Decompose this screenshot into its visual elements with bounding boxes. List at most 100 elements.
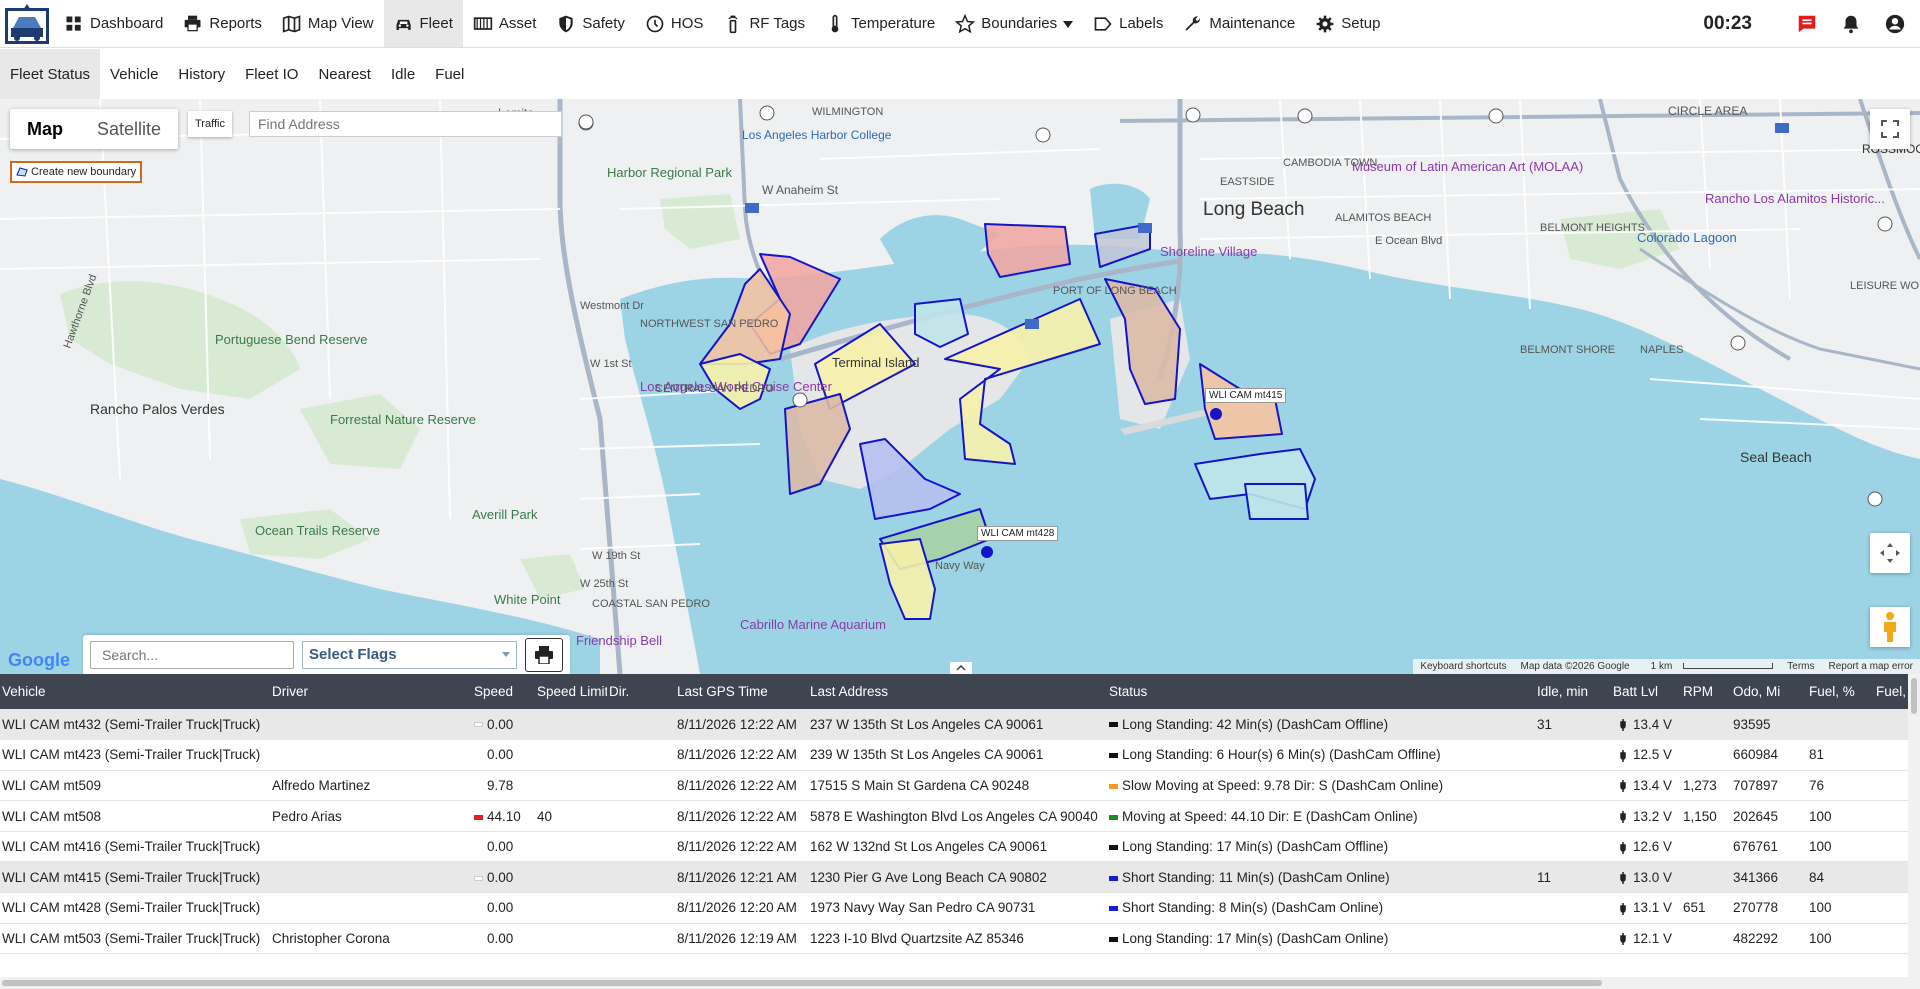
nav-dashboard[interactable]: Dashboard (54, 0, 173, 47)
vertical-scroll-thumb[interactable] (1911, 678, 1917, 714)
status-text: Long Standing: 6 Hour(s) 6 Min(s) (DashC… (1122, 747, 1441, 763)
table-vertical-scrollbar[interactable] (1908, 674, 1920, 977)
nav-boundaries[interactable]: Boundaries (945, 0, 1083, 47)
traffic-toggle[interactable]: Traffic (188, 111, 232, 137)
chat-alert-icon[interactable] (1796, 13, 1818, 35)
cell-address: 237 W 135th St Los Angeles CA 90061 (808, 709, 1107, 741)
cell-gps-time: 8/11/2026 12:22 AM (675, 831, 808, 863)
nav-rf-tags[interactable]: RF Tags (713, 0, 815, 47)
select-flags-dropdown[interactable]: Select Flags (302, 640, 517, 669)
table-row[interactable]: WLI CAM mt416 (Semi-Trailer Truck|Truck)… (0, 831, 1920, 863)
nav-maintenance[interactable]: Maintenance (1173, 0, 1305, 47)
nav-labels[interactable]: Labels (1083, 0, 1173, 47)
cell-direction (607, 831, 675, 863)
terms-link[interactable]: Terms (1780, 659, 1821, 674)
cell-vehicle[interactable]: WLI CAM mt432 (Semi-Trailer Truck|Truck) (0, 709, 270, 741)
subtab-nearest[interactable]: Nearest (308, 49, 381, 99)
scale-indicator[interactable]: 1 km (1637, 659, 1781, 674)
nav-safety[interactable]: Safety (546, 0, 635, 47)
subtab-fuel[interactable]: Fuel (425, 49, 474, 99)
nav-hos[interactable]: HOS (635, 0, 714, 47)
cell-driver (270, 831, 472, 863)
table-horizontal-scrollbar[interactable] (0, 977, 1920, 989)
direction-value (609, 870, 675, 885)
find-address-input[interactable] (249, 111, 562, 137)
map-canvas[interactable]: Lomita WILMINGTON Los Angeles Harbor Col… (0, 99, 1920, 674)
column-header-dir[interactable]: Dir. (607, 674, 675, 709)
vehicle-search-input[interactable] (90, 640, 294, 669)
column-header-rpm[interactable]: RPM (1681, 674, 1731, 709)
table-row[interactable]: WLI CAM mt428 (Semi-Trailer Truck|Truck)… (0, 892, 1920, 924)
app-logo[interactable] (0, 0, 54, 48)
column-header-batt-lvl[interactable]: Batt Lvl (1611, 674, 1681, 709)
street-view-button[interactable] (1870, 607, 1910, 647)
map-type-map[interactable]: Map (10, 109, 80, 149)
subtab-fleet-io[interactable]: Fleet IO (235, 49, 308, 99)
collapse-map-toggle[interactable] (950, 662, 972, 674)
table-row[interactable]: WLI CAM mt423 (Semi-Trailer Truck|Truck)… (0, 739, 1920, 771)
column-header-odo-mi[interactable]: Odo, Mi (1731, 674, 1807, 709)
column-header-last-gps-time[interactable]: Last GPS Time (675, 674, 808, 709)
cell-odometer: 676761 (1731, 831, 1807, 863)
cell-gps-time: 8/11/2026 12:22 AM (675, 770, 808, 802)
table-row[interactable]: WLI CAM mt415 (Semi-Trailer Truck|Truck)… (0, 861, 1920, 894)
nav-asset[interactable]: Asset (463, 0, 547, 47)
column-header-vehicle[interactable]: Vehicle (0, 674, 270, 709)
bell-icon[interactable] (1840, 13, 1862, 35)
nav-reports[interactable]: Reports (173, 0, 272, 47)
subtab-idle[interactable]: Idle (381, 49, 425, 99)
create-boundary-button[interactable]: Create new boundary (10, 161, 143, 183)
table-row[interactable]: WLI CAM mt503 (Semi-Trailer Truck|Truck)… (0, 923, 1920, 955)
column-header-driver[interactable]: Driver (270, 674, 472, 709)
cell-vehicle[interactable]: WLI CAM mt416 (Semi-Trailer Truck|Truck) (0, 831, 270, 863)
cell-driver: Christopher Corona (270, 923, 472, 955)
cell-vehicle[interactable]: WLI CAM mt415 (Semi-Trailer Truck|Truck) (0, 861, 270, 894)
cell-vehicle[interactable]: WLI CAM mt503 (Semi-Trailer Truck|Truck) (0, 923, 270, 955)
column-header-speed-limit[interactable]: Speed Limit (535, 674, 607, 709)
cell-idle (1535, 770, 1611, 802)
vehicle-label-mt415[interactable]: WLI CAM mt415 (1205, 388, 1287, 403)
nav-temperature[interactable]: Temperature (815, 0, 945, 47)
truck-camera-logo-icon (5, 4, 49, 44)
nav-fleet[interactable]: Fleet (383, 0, 463, 47)
column-header-idle-min[interactable]: Idle, min (1535, 674, 1611, 709)
cell-idle: 11 (1535, 861, 1611, 894)
cell-vehicle[interactable]: WLI CAM mt428 (Semi-Trailer Truck|Truck) (0, 892, 270, 924)
column-header-speed[interactable]: Speed (472, 674, 535, 709)
cell-odometer: 202645 (1731, 800, 1807, 832)
car-icon (396, 19, 411, 30)
speed-indicator (474, 722, 483, 728)
map-type-satellite[interactable]: Satellite (80, 109, 178, 149)
vehicle-label-mt428[interactable]: WLI CAM mt428 (977, 526, 1059, 541)
fullscreen-button[interactable] (1870, 109, 1910, 149)
table-row[interactable]: WLI CAM mt432 (Semi-Trailer Truck|Truck)… (0, 709, 1920, 741)
table-row[interactable]: WLI CAM mt508Pedro Arias 44.10 40E8/11/202… (0, 800, 1920, 832)
clock: 00:23 (1703, 12, 1752, 34)
subtab-history[interactable]: History (168, 49, 235, 99)
nav-setup[interactable]: Setup (1305, 0, 1390, 47)
place-shoreline-village: Shoreline Village (1160, 244, 1257, 259)
keyboard-shortcuts-link[interactable]: Keyboard shortcuts (1413, 659, 1513, 674)
map-view[interactable]: Lomita WILMINGTON Los Angeles Harbor Col… (0, 99, 1920, 674)
cell-status: Long Standing: 17 Min(s) (DashCam Online… (1107, 923, 1535, 955)
cell-vehicle[interactable]: WLI CAM mt508 (0, 800, 270, 832)
horizontal-scroll-thumb[interactable] (2, 980, 1602, 986)
cell-gps-time: 8/11/2026 12:21 AM (675, 861, 808, 894)
print-button[interactable] (524, 637, 563, 672)
cell-speed-limit: 40 (535, 800, 607, 832)
map-type-toggle: Map Satellite (10, 109, 179, 149)
subtab-fleet-status[interactable]: Fleet Status (0, 49, 101, 99)
cell-direction (607, 739, 675, 771)
nav-map-view[interactable]: Map View (272, 0, 384, 47)
cell-vehicle[interactable]: WLI CAM mt423 (Semi-Trailer Truck|Truck) (0, 739, 270, 771)
subtab-vehicle[interactable]: Vehicle (100, 49, 168, 99)
cell-driver (270, 892, 472, 924)
column-header-fuel[interactable]: Fuel, % (1807, 674, 1874, 709)
cell-vehicle[interactable]: WLI CAM mt509 (0, 770, 270, 802)
report-map-error-link[interactable]: Report a map error (1822, 659, 1920, 674)
map-pan-button[interactable] (1870, 533, 1910, 573)
column-header-status[interactable]: Status (1107, 674, 1535, 709)
table-row[interactable]: WLI CAM mt509Alfredo Martinez 9.78 S8/11/2… (0, 770, 1920, 802)
column-header-last-address[interactable]: Last Address (808, 674, 1107, 709)
user-account-icon[interactable] (1884, 13, 1906, 35)
